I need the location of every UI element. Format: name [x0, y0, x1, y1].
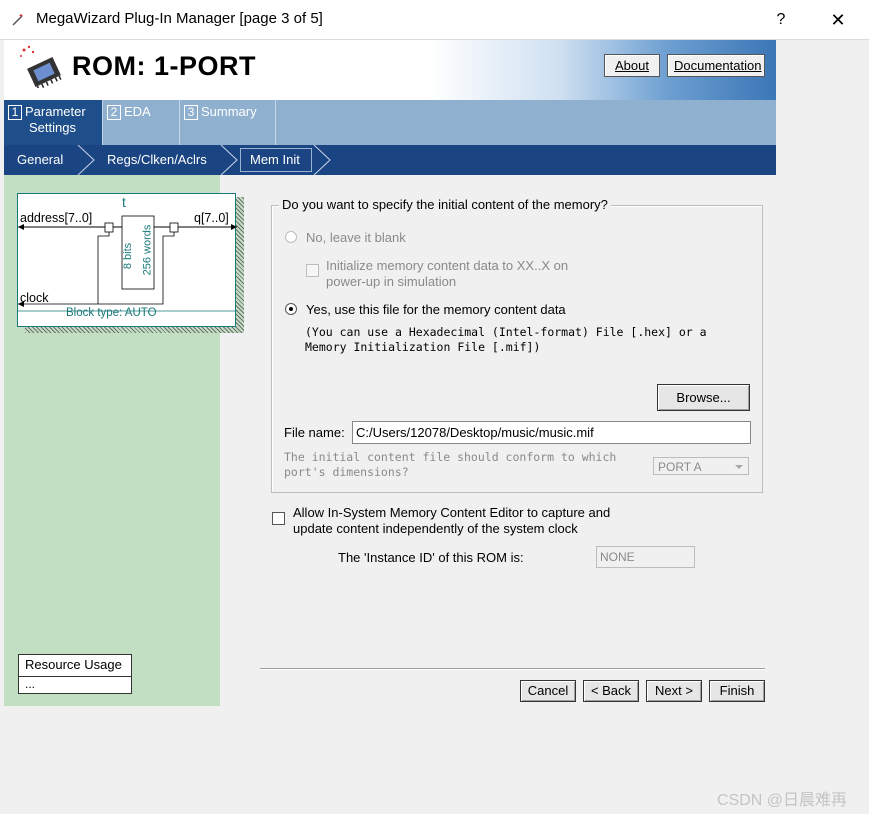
megafunction-chip-icon — [20, 45, 62, 88]
wizard-steps: General Regs/Clken/Aclrs Mem Init — [4, 145, 776, 175]
isme-label-line1: Allow In-System Memory Content Editor to… — [293, 505, 611, 520]
tab-label: EDA — [124, 104, 151, 119]
tab-label: Parameter — [25, 104, 86, 119]
wizard-header: ROM: 1-PORT About Documentation — [4, 40, 776, 100]
rom-size-labels: 8 bits 256 words — [122, 220, 154, 286]
port-conform-line2: port's dimensions? — [284, 465, 409, 479]
page-title: ROM: 1-PORT — [72, 51, 256, 81]
file-name-label: File name: — [284, 425, 345, 440]
chevron-down-icon — [735, 465, 743, 469]
isme-checkbox[interactable] — [272, 512, 285, 525]
resource-usage-title: Resource Usage — [19, 655, 131, 677]
tab-number: 3 — [184, 105, 198, 120]
wizard-tabs: 1 Parameter Settings 2 EDA 3 Summary — [4, 100, 776, 145]
watermark: CSDN @日晨难再 — [717, 792, 848, 809]
init-content-label-line2: power-up in simulation — [326, 274, 457, 289]
tab-label: Summary — [201, 104, 257, 119]
option-no-label[interactable]: No, leave it blank — [306, 230, 406, 245]
chevron-right-icon — [313, 145, 331, 175]
tab-parameter-settings[interactable]: 1 Parameter Settings — [4, 100, 103, 145]
wizard-wand-icon — [12, 14, 23, 26]
help-button[interactable]: ? — [768, 7, 794, 33]
instance-name: t — [122, 194, 126, 210]
tab-label-line2: Settings — [29, 120, 76, 135]
instance-id-input[interactable]: NONE — [596, 546, 695, 568]
documentation-button[interactable]: Documentation — [667, 54, 765, 77]
file-format-hint-line2: Memory Initialization File [.mif]) — [305, 340, 541, 354]
about-button[interactable]: About — [604, 54, 660, 77]
block-type-label: Block type: AUTO — [66, 307, 157, 319]
step-regs-clken-aclrs[interactable]: Regs/Clken/Aclrs — [107, 145, 207, 175]
resource-usage-value: ... — [25, 677, 36, 691]
close-button[interactable]: ✕ — [824, 7, 852, 33]
radio-selected-dot — [289, 307, 293, 311]
back-button[interactable]: < Back — [583, 680, 639, 702]
browse-button[interactable]: Browse... — [657, 384, 750, 411]
port-select-value: PORT A — [658, 460, 702, 474]
finish-button[interactable]: Finish — [709, 680, 765, 702]
option-yes-label[interactable]: Yes, use this file for the memory conten… — [306, 302, 566, 317]
init-content-label-line1: Initialize memory content data to XX..X … — [326, 258, 569, 273]
footer-separator — [260, 668, 765, 670]
file-name-input[interactable]: C:/Users/12078/Desktop/music/music.mif — [352, 421, 751, 444]
port-conform-line1: The initial content file should conform … — [284, 450, 617, 464]
option-yes-radio[interactable] — [285, 303, 297, 315]
init-content-checkbox[interactable] — [306, 264, 319, 277]
isme-label-line2: update content independently of the syst… — [293, 521, 578, 536]
chevron-right-icon — [220, 145, 238, 175]
words-label: 256 words — [141, 224, 154, 276]
address-port-label: address[7..0] — [20, 211, 93, 225]
tab-summary[interactable]: 3 Summary — [180, 100, 276, 145]
port-select[interactable]: PORT A — [653, 457, 749, 475]
bits-label: 8 bits — [122, 242, 135, 270]
resource-usage-box: Resource Usage ... — [18, 654, 132, 694]
tab-eda[interactable]: 2 EDA — [103, 100, 180, 145]
tab-number: 2 — [107, 105, 121, 120]
step-general[interactable]: General — [17, 145, 63, 175]
q-port-label: q[7..0] — [194, 211, 229, 225]
cancel-button[interactable]: Cancel — [520, 680, 576, 702]
file-format-hint-line1: (You can use a Hexadecimal (Intel-format… — [305, 325, 707, 339]
rom-block-diagram: t address[7..0] q[7..0] clock 8 bits 256… — [17, 193, 237, 327]
clock-port-label: clock — [20, 291, 49, 305]
left-panel: t address[7..0] q[7..0] clock 8 bits 256… — [4, 175, 244, 706]
option-no-radio[interactable] — [285, 231, 297, 243]
window-titlebar: MegaWizard Plug-In Manager [page 3 of 5]… — [0, 0, 869, 40]
chevron-right-icon — [77, 145, 95, 175]
step-mem-init[interactable]: Mem Init — [250, 145, 300, 175]
tab-number: 1 — [8, 105, 22, 120]
window-title: MegaWizard Plug-In Manager [page 3 of 5] — [36, 10, 323, 27]
instance-id-label: The 'Instance ID' of this ROM is: — [338, 550, 524, 565]
next-button[interactable]: Next > — [646, 680, 702, 702]
memory-init-question: Do you want to specify the initial conte… — [279, 197, 611, 212]
